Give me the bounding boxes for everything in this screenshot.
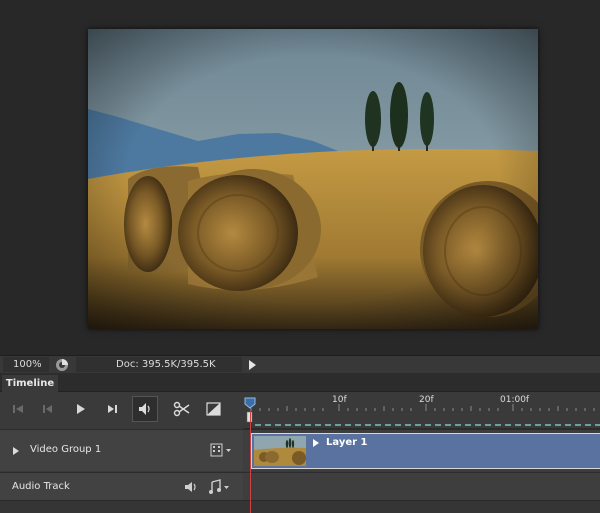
audio-track-area[interactable]	[243, 472, 600, 500]
layer-1-clip[interactable]: Layer 1	[251, 433, 600, 469]
split-icon[interactable]	[172, 400, 192, 418]
zoom-level-field[interactable]: 100%	[3, 357, 49, 372]
audio-track-label: Audio Track	[12, 481, 70, 492]
tab-timeline[interactable]: Timeline	[2, 375, 58, 392]
previous-frame-icon[interactable]	[38, 400, 58, 418]
video-track-area[interactable]: Layer 1	[243, 429, 600, 471]
audio-mute-icon[interactable]	[132, 396, 158, 422]
video-group-label: Video Group 1	[30, 444, 102, 455]
track-header-video-group[interactable]: Video Group 1	[0, 429, 243, 471]
document-size-info: Doc: 395.5K/395.5K	[76, 357, 242, 372]
clip-label: Layer 1	[326, 437, 368, 448]
status-menu-arrow-icon[interactable]	[246, 358, 258, 372]
ruler-ticks	[250, 404, 600, 426]
clip-thumbnail	[254, 436, 306, 466]
clip-expand-icon[interactable]	[312, 438, 320, 448]
document-canvas	[0, 0, 600, 355]
document-image[interactable]	[88, 29, 538, 329]
proof-setup-icon[interactable]	[55, 358, 69, 372]
timeline-panel: Timeline 10f 20f 01:00f Video Group 1 Au…	[0, 373, 600, 513]
music-note-menu-icon[interactable]	[208, 479, 232, 495]
expand-triangle-icon[interactable]	[11, 446, 21, 456]
timeline-bottom-bar	[0, 500, 600, 513]
playback-controls	[0, 392, 240, 428]
speaker-icon[interactable]	[183, 480, 199, 494]
play-icon[interactable]	[70, 400, 90, 418]
track-header-audio[interactable]: Audio Track	[0, 472, 243, 500]
playhead-line	[250, 411, 251, 513]
transition-icon[interactable]	[204, 400, 224, 418]
filmstrip-menu-icon[interactable]	[210, 443, 234, 457]
go-to-first-frame-icon[interactable]	[8, 400, 28, 418]
status-bar: 100% Doc: 395.5K/395.5K	[0, 355, 600, 373]
panel-tab-strip: Timeline	[0, 373, 600, 392]
time-ruler[interactable]: 10f 20f 01:00f	[243, 392, 600, 429]
hay-bales-photo	[88, 29, 538, 329]
next-frame-icon[interactable]	[102, 400, 122, 418]
